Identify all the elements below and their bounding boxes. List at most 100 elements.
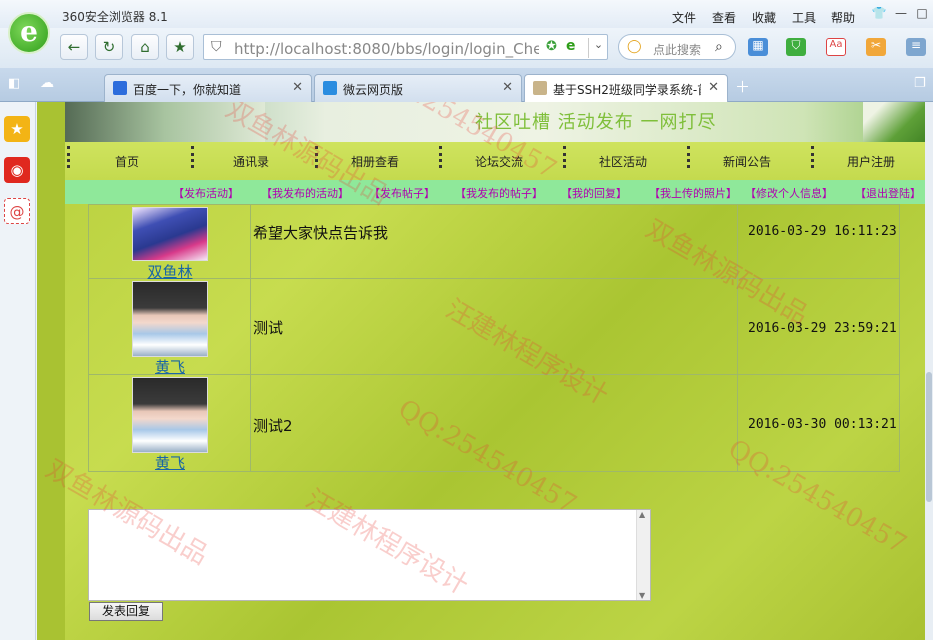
title-bar: 360安全浏览器 8.1 文件 查看 收藏 工具 帮助 👕 — □ bbox=[0, 0, 933, 28]
nav-activities[interactable]: 社区活动 bbox=[599, 153, 647, 170]
leaf-decoration bbox=[863, 102, 933, 142]
browser-sidebar: ★ ◉ @ bbox=[0, 102, 36, 640]
back-button[interactable]: ← bbox=[60, 34, 88, 60]
menu-help[interactable]: 帮助 bbox=[831, 9, 855, 26]
subnav-my-replies[interactable]: 【我的回复】 bbox=[561, 185, 627, 201]
minimize-button[interactable]: — bbox=[892, 6, 910, 22]
tab-label: 微云网页版 bbox=[343, 83, 404, 97]
mail-icon[interactable]: @ bbox=[4, 198, 30, 224]
weiyun-cloud-icon bbox=[323, 81, 337, 95]
post-time: 2016-03-30 00:13:21 bbox=[748, 417, 897, 432]
close-tab-icon[interactable]: ✕ bbox=[502, 80, 513, 95]
security-icon[interactable]: ⛉ bbox=[786, 38, 806, 56]
nav-forum[interactable]: 论坛交流 bbox=[475, 153, 523, 170]
avatar bbox=[132, 207, 208, 261]
baidu-paw-icon bbox=[113, 81, 127, 95]
reply-textarea[interactable]: ▲ ▼ bbox=[88, 509, 651, 601]
subnav-logout[interactable]: 【退出登陆】 bbox=[855, 185, 921, 201]
subnav-my-activities[interactable]: 【我发布的活动】 bbox=[261, 185, 349, 201]
close-tab-icon[interactable]: ✕ bbox=[292, 80, 303, 95]
table-row: 黄飞 测试 2016-03-29 23:59:21 bbox=[89, 279, 899, 377]
address-bar[interactable]: ⛉ http://localhost:8080/bbs/login/login_… bbox=[203, 34, 608, 60]
site-banner: 社区吐槽 活动发布 一网打尽 bbox=[65, 102, 933, 142]
extensions-icon[interactable]: ≡ bbox=[906, 38, 926, 56]
search-engine-icon[interactable]: ◯ bbox=[627, 39, 642, 54]
tab-weiyun[interactable]: 微云网页版 ✕ bbox=[314, 74, 522, 102]
subnav-publish-activity[interactable]: 【发布活动】 bbox=[173, 185, 239, 201]
cloud-icon[interactable]: ☁ bbox=[40, 75, 54, 91]
time-cell: 2016-03-29 23:59:21 bbox=[737, 279, 899, 374]
nav-separator bbox=[563, 146, 566, 168]
favorite-star-button[interactable]: ★ bbox=[166, 34, 194, 60]
browser-logo-icon: e bbox=[8, 12, 50, 54]
home-button[interactable]: ⌂ bbox=[131, 34, 159, 60]
scroll-up-icon[interactable]: ▲ bbox=[639, 510, 645, 519]
nav-separator bbox=[687, 146, 690, 168]
user-subnav: 【发布活动】 【我发布的活动】 【发布帖子】 【我发布的帖子】 【我的回复】 【… bbox=[65, 180, 933, 204]
url-dropdown-icon[interactable]: ⌄ bbox=[588, 38, 608, 58]
username-link[interactable]: 黄飞 bbox=[89, 452, 251, 473]
tab-ssh2-home[interactable]: 基于SSH2班级同学录系统-首页 ✕ bbox=[524, 74, 728, 102]
app-title: 360安全浏览器 8.1 bbox=[62, 10, 168, 24]
maximize-button[interactable]: □ bbox=[913, 6, 931, 22]
apps-icon[interactable]: ▦ bbox=[748, 38, 768, 56]
submit-reply-button[interactable]: 发表回复 bbox=[89, 602, 163, 621]
menu-tools[interactable]: 工具 bbox=[792, 9, 816, 26]
subnav-publish-post[interactable]: 【发布帖子】 bbox=[369, 185, 435, 201]
menu-file[interactable]: 文件 bbox=[672, 9, 696, 26]
menu-favorites[interactable]: 收藏 bbox=[752, 9, 776, 26]
search-icon[interactable]: ⌕ bbox=[715, 39, 723, 55]
reply-table: 双鱼林 希望大家快点告诉我 2016-03-29 16:11:23 黄飞 测试 … bbox=[88, 204, 900, 472]
search-input[interactable]: ◯ 点此搜索 ⌕ bbox=[618, 34, 736, 60]
post-content: 测试 bbox=[253, 319, 284, 337]
time-cell: 2016-03-30 00:13:21 bbox=[737, 375, 899, 471]
time-cell: 2016-03-29 16:11:23 bbox=[737, 205, 899, 278]
page-left-margin bbox=[37, 102, 65, 640]
nav-separator bbox=[315, 146, 318, 168]
nav-separator bbox=[191, 146, 194, 168]
subnav-my-posts[interactable]: 【我发布的帖子】 bbox=[455, 185, 543, 201]
textarea-scrollbar[interactable]: ▲ ▼ bbox=[636, 510, 650, 600]
avatar bbox=[132, 377, 208, 453]
page-scrollbar[interactable] bbox=[925, 102, 933, 640]
favorites-star-icon[interactable]: ★ bbox=[4, 116, 30, 142]
post-content: 希望大家快点告诉我 bbox=[253, 224, 389, 242]
ink-painting-decoration bbox=[65, 102, 265, 142]
username-link[interactable]: 黄飞 bbox=[89, 356, 251, 377]
menu-view[interactable]: 查看 bbox=[712, 9, 736, 26]
user-cell: 黄飞 bbox=[89, 279, 251, 377]
nav-contacts[interactable]: 通讯录 bbox=[233, 153, 269, 170]
shield-icon: ⛉ bbox=[211, 39, 222, 55]
nav-home[interactable]: 首页 bbox=[115, 153, 139, 170]
nav-separator bbox=[811, 146, 814, 168]
nav-albums[interactable]: 相册查看 bbox=[351, 153, 399, 170]
close-tab-icon[interactable]: ✕ bbox=[708, 80, 719, 95]
new-tab-icon[interactable]: ＋ bbox=[735, 76, 750, 97]
site-slogan: 社区吐槽 活动发布 一网打尽 bbox=[475, 112, 717, 133]
nav-news[interactable]: 新闻公告 bbox=[723, 153, 771, 170]
tab-label: 百度一下，你就知道 bbox=[133, 83, 242, 97]
shirt-icon[interactable]: 👕 bbox=[870, 6, 888, 22]
user-cell: 黄飞 bbox=[89, 375, 251, 473]
speed-mode-icon[interactable]: ✪ bbox=[546, 39, 557, 54]
tab-list-icon[interactable]: ❐ bbox=[914, 76, 926, 91]
refresh-button[interactable]: ↻ bbox=[95, 34, 123, 60]
web-page: 社区吐槽 活动发布 一网打尽 首页 通讯录 相册查看 论坛交流 社区活动 新闻公… bbox=[37, 102, 933, 640]
subnav-my-photos[interactable]: 【我上传的照片】 bbox=[649, 185, 737, 201]
search-placeholder: 点此搜索 bbox=[653, 43, 702, 57]
avatar bbox=[132, 281, 208, 357]
table-row: 黄飞 测试2 2016-03-30 00:13:21 bbox=[89, 375, 899, 473]
url-text: http://localhost:8080/bbs/login/login_Ch… bbox=[234, 40, 539, 58]
weibo-icon[interactable]: ◉ bbox=[4, 157, 30, 183]
screenshot-icon[interactable]: ✂ bbox=[866, 38, 886, 56]
translate-icon[interactable]: Aa bbox=[826, 38, 846, 56]
tab-baidu[interactable]: 百度一下，你就知道 ✕ bbox=[104, 74, 312, 102]
sidebar-toggle-icon[interactable]: ◧ bbox=[8, 76, 20, 91]
ie-mode-icon[interactable]: e bbox=[566, 38, 576, 54]
main-nav: 首页 通讯录 相册查看 论坛交流 社区活动 新闻公告 用户注册 bbox=[65, 142, 933, 180]
scroll-down-icon[interactable]: ▼ bbox=[639, 591, 645, 600]
subnav-edit-profile[interactable]: 【修改个人信息】 bbox=[745, 185, 833, 201]
nav-register[interactable]: 用户注册 bbox=[847, 153, 895, 170]
nav-separator bbox=[439, 146, 442, 168]
scrollbar-thumb[interactable] bbox=[926, 372, 932, 502]
